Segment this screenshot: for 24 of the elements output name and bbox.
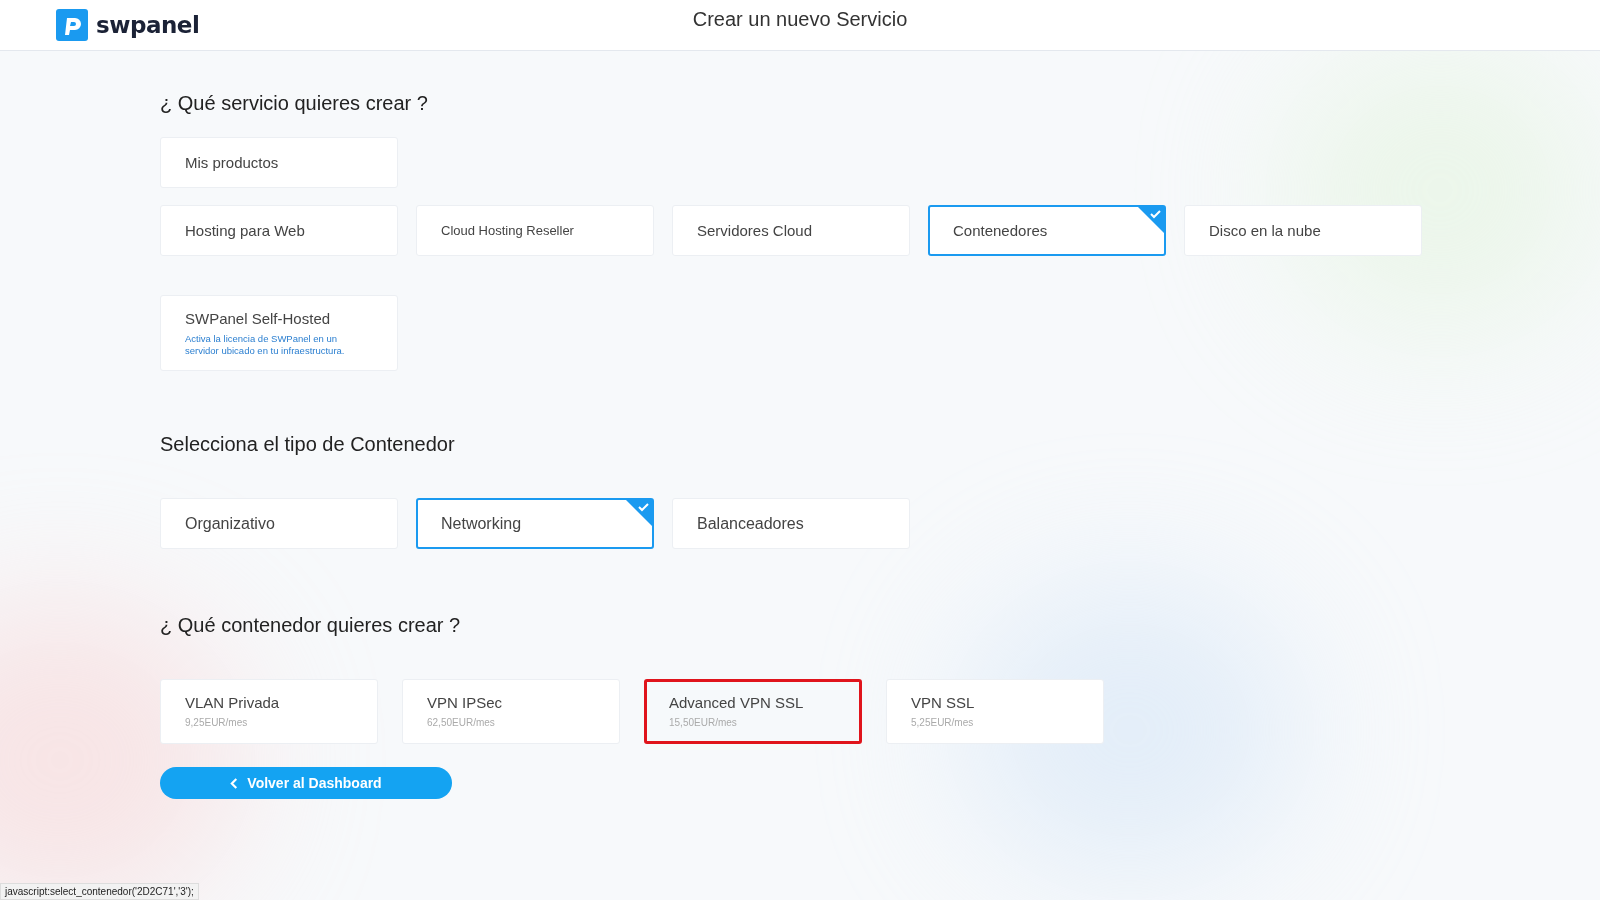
- service-option[interactable]: Servidores Cloud: [672, 205, 910, 256]
- container-type-option[interactable]: Balanceadores: [672, 498, 910, 549]
- section-heading: Selecciona el tipo de Contenedor: [160, 433, 455, 456]
- chevron-left-icon: [230, 777, 240, 789]
- container-card[interactable]: Advanced VPN SSL 15,50EUR/mes: [644, 679, 862, 744]
- container-card[interactable]: VLAN Privada 9,25EUR/mes: [160, 679, 378, 744]
- service-option[interactable]: Cloud Hosting Reseller: [416, 205, 654, 256]
- service-option[interactable]: Mis productos: [160, 137, 398, 188]
- service-option[interactable]: Hosting para Web: [160, 205, 398, 256]
- service-option[interactable]: Contenedores: [928, 205, 1166, 256]
- section-heading: ¿ Qué contenedor quieres crear ?: [160, 614, 461, 637]
- container-card[interactable]: VPN SSL 5,25EUR/mes: [886, 679, 1104, 744]
- page-title: Crear un nuevo Servicio: [692, 8, 908, 31]
- service-option[interactable]: SWPanel Self-Hosted Activa la licencia de SWPanel en un servidor ubicado en tu infraestructura.: [160, 295, 398, 371]
- check-corner-icon: [1137, 206, 1165, 234]
- check-corner-icon: [625, 499, 653, 527]
- status-bar: javascript:select_contenedor('2D2C71','3');: [0, 883, 199, 900]
- section-heading: ¿ Qué servicio quieres crear ?: [160, 92, 428, 115]
- service-option[interactable]: Disco en la nube: [1184, 205, 1422, 256]
- logo-text[interactable]: swpanel: [96, 12, 200, 38]
- container-type-option[interactable]: Organizativo: [160, 498, 398, 549]
- logo-icon: [56, 9, 88, 41]
- container-type-option[interactable]: Networking: [416, 498, 654, 549]
- container-card[interactable]: VPN IPSec 62,50EUR/mes: [402, 679, 620, 744]
